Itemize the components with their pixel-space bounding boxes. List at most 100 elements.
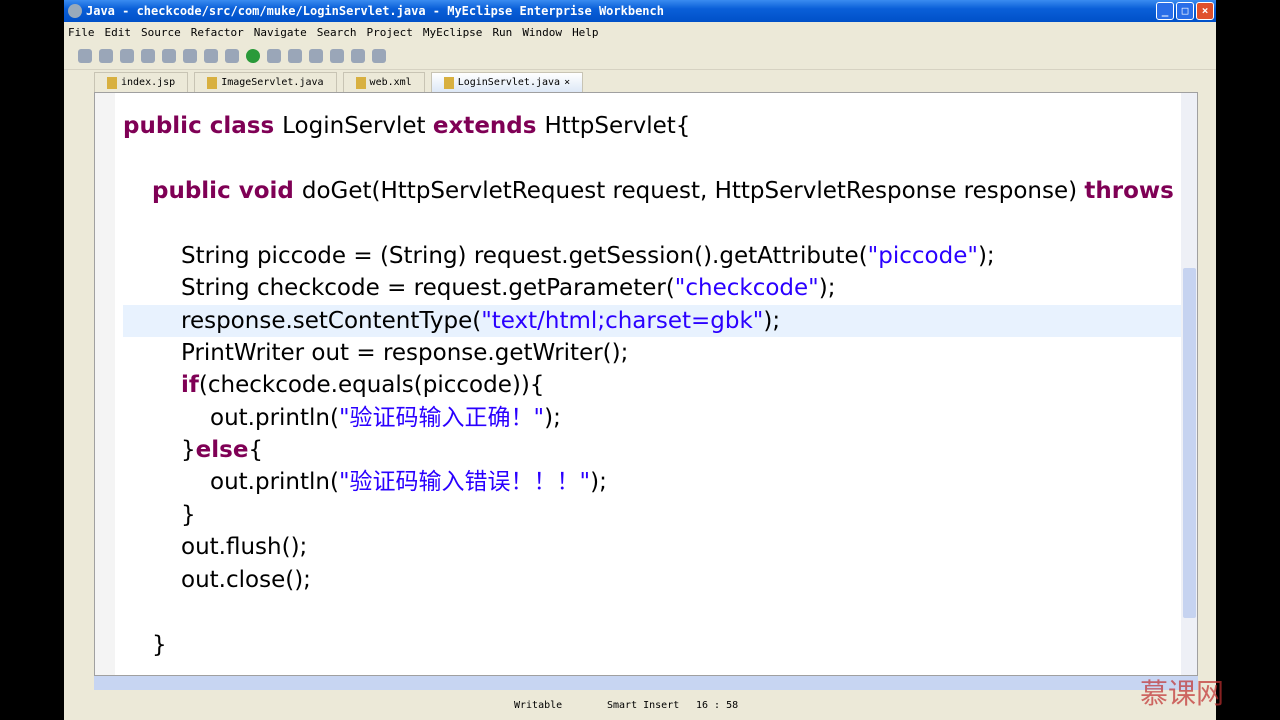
watermark-logo: 慕课网: [1140, 677, 1225, 710]
editor-tabs: index.jsp ImageServlet.java web.xml LoginSe…: [94, 72, 1216, 92]
globe-icon[interactable]: [204, 48, 218, 63]
code-text: out.println(: [210, 405, 339, 431]
menu-source[interactable]: Source: [141, 26, 181, 39]
menu-bar: File Edit Source Refactor Navigate Search Proj…: [64, 22, 1216, 42]
keyword: public void: [152, 178, 302, 204]
menu-window[interactable]: Window: [522, 26, 562, 39]
status-writable: Writable: [514, 699, 563, 711]
tab-label: web.xml: [369, 77, 412, 88]
string-literal: "checkcode": [674, 275, 819, 301]
menu-file[interactable]: File: [68, 26, 95, 39]
status-cursor-position: 16 : 58: [696, 699, 739, 711]
code-line: out.println("验证码输入正确！");: [123, 402, 1183, 434]
keyword: extends: [432, 113, 545, 139]
new-class-icon[interactable]: [309, 48, 323, 63]
menu-help[interactable]: Help: [572, 26, 599, 39]
code-line: if(checkcode.equals(piccode)){: [123, 369, 1183, 401]
file-icon: [443, 76, 454, 89]
close-tab-icon[interactable]: ×: [564, 77, 570, 88]
keyword: if: [181, 372, 199, 398]
new-icon[interactable]: [78, 48, 92, 63]
code-text: doGet(HttpServletRequest request, HttpSe…: [301, 178, 1085, 204]
code-line: public class LoginServlet extends HttpSe…: [123, 110, 1183, 142]
forward-icon[interactable]: [372, 48, 386, 63]
code-line: }: [123, 499, 1183, 531]
code-text: );: [544, 405, 561, 431]
menu-project[interactable]: Project: [366, 26, 412, 39]
vertical-scrollbar[interactable]: [1181, 93, 1197, 675]
status-insert-mode: Smart Insert: [607, 699, 680, 711]
deploy-icon[interactable]: [183, 48, 197, 63]
code-text: PrintWriter out = response.getWriter();: [181, 340, 629, 366]
maximize-button[interactable]: □: [1176, 2, 1194, 20]
code-text: }: [152, 632, 167, 658]
overview-ruler: [1198, 92, 1216, 676]
string-literal: "验证码输入错误！！！": [338, 469, 591, 495]
menu-search[interactable]: Search: [317, 26, 357, 39]
code-text: String checkcode = request.getParameter(: [181, 275, 675, 301]
code-line: String checkcode = request.getParameter(…: [123, 272, 1183, 304]
left-trim: [64, 72, 94, 672]
string-literal: "piccode": [867, 243, 978, 269]
wizard-icon[interactable]: [162, 48, 176, 63]
app-icon: [68, 4, 82, 18]
code-text: );: [977, 243, 995, 269]
code-text: LoginServlet: [282, 113, 433, 139]
code-text: );: [590, 469, 607, 495]
status-bar: Writable Smart Insert 16 : 58: [64, 692, 1216, 718]
code-text: (checkcode.equals(piccode)){: [198, 372, 545, 398]
code-line: PrintWriter out = response.getWriter();: [123, 337, 1183, 369]
code-line: out.flush();: [123, 531, 1183, 563]
code-text: out.println(: [210, 469, 339, 495]
code-line: }else{: [123, 434, 1183, 466]
tab-web-xml[interactable]: web.xml: [342, 72, 425, 92]
menu-run[interactable]: Run: [492, 26, 512, 39]
code-line: out.println("验证码输入错误！！！");: [123, 466, 1183, 498]
new-package-icon[interactable]: [288, 48, 302, 63]
scroll-thumb[interactable]: [1183, 268, 1196, 618]
tab-label: ImageServlet.java: [221, 77, 324, 88]
back-icon[interactable]: [351, 48, 365, 63]
minimize-button[interactable]: _: [1156, 2, 1174, 20]
code-text: HttpServlet{: [544, 113, 691, 139]
line-ruler: [95, 93, 115, 675]
menu-edit[interactable]: Edit: [105, 26, 132, 39]
search-icon[interactable]: [330, 48, 344, 63]
file-icon: [207, 76, 218, 89]
code-text: }: [181, 437, 196, 463]
close-button[interactable]: ×: [1196, 2, 1214, 20]
horizontal-scrollbar[interactable]: [94, 676, 1198, 690]
tab-imageservlet-java[interactable]: ImageServlet.java: [194, 72, 337, 92]
menu-refactor[interactable]: Refactor: [191, 26, 244, 39]
code-line: out.close();: [123, 564, 1183, 596]
file-icon: [107, 76, 117, 89]
debug-icon[interactable]: [225, 48, 239, 63]
code-text: }: [181, 502, 196, 528]
keyword: throws: [1084, 178, 1182, 204]
code-editor[interactable]: public class LoginServlet extends HttpSe…: [94, 92, 1198, 676]
file-icon: [355, 76, 366, 89]
tab-index-jsp[interactable]: index.jsp: [94, 72, 189, 92]
server-icon[interactable]: [141, 48, 155, 63]
run-icon[interactable]: [246, 48, 260, 63]
menu-navigate[interactable]: Navigate: [254, 26, 307, 39]
save-icon[interactable]: [99, 48, 113, 63]
keyword: public class: [123, 113, 283, 139]
title-bar: Java - checkcode/src/com/muke/LoginServl…: [64, 0, 1216, 22]
code-text: response.setContentType(: [181, 308, 482, 334]
code-text: String piccode = (String) request.getSes…: [181, 243, 868, 269]
toolbar: [64, 42, 1216, 70]
code-text: out.close();: [181, 567, 311, 593]
tab-label: index.jsp: [121, 77, 176, 88]
ide-window: Java - checkcode/src/com/muke/LoginServl…: [64, 0, 1216, 720]
menu-myeclipse[interactable]: MyEclipse: [423, 26, 483, 39]
window-title: Java - checkcode/src/com/muke/LoginServl…: [86, 4, 664, 18]
tab-loginservlet-java[interactable]: LoginServlet.java ×: [430, 72, 584, 92]
code-line: response.setContentType("text/html;chars…: [123, 305, 1183, 337]
external-tools-icon[interactable]: [267, 48, 281, 63]
string-literal: "text/html;charset=gbk": [481, 308, 764, 334]
code-line: }: [123, 629, 1183, 661]
code-text: );: [763, 308, 781, 334]
code-text: out.flush();: [181, 534, 308, 560]
print-icon[interactable]: [120, 48, 134, 63]
